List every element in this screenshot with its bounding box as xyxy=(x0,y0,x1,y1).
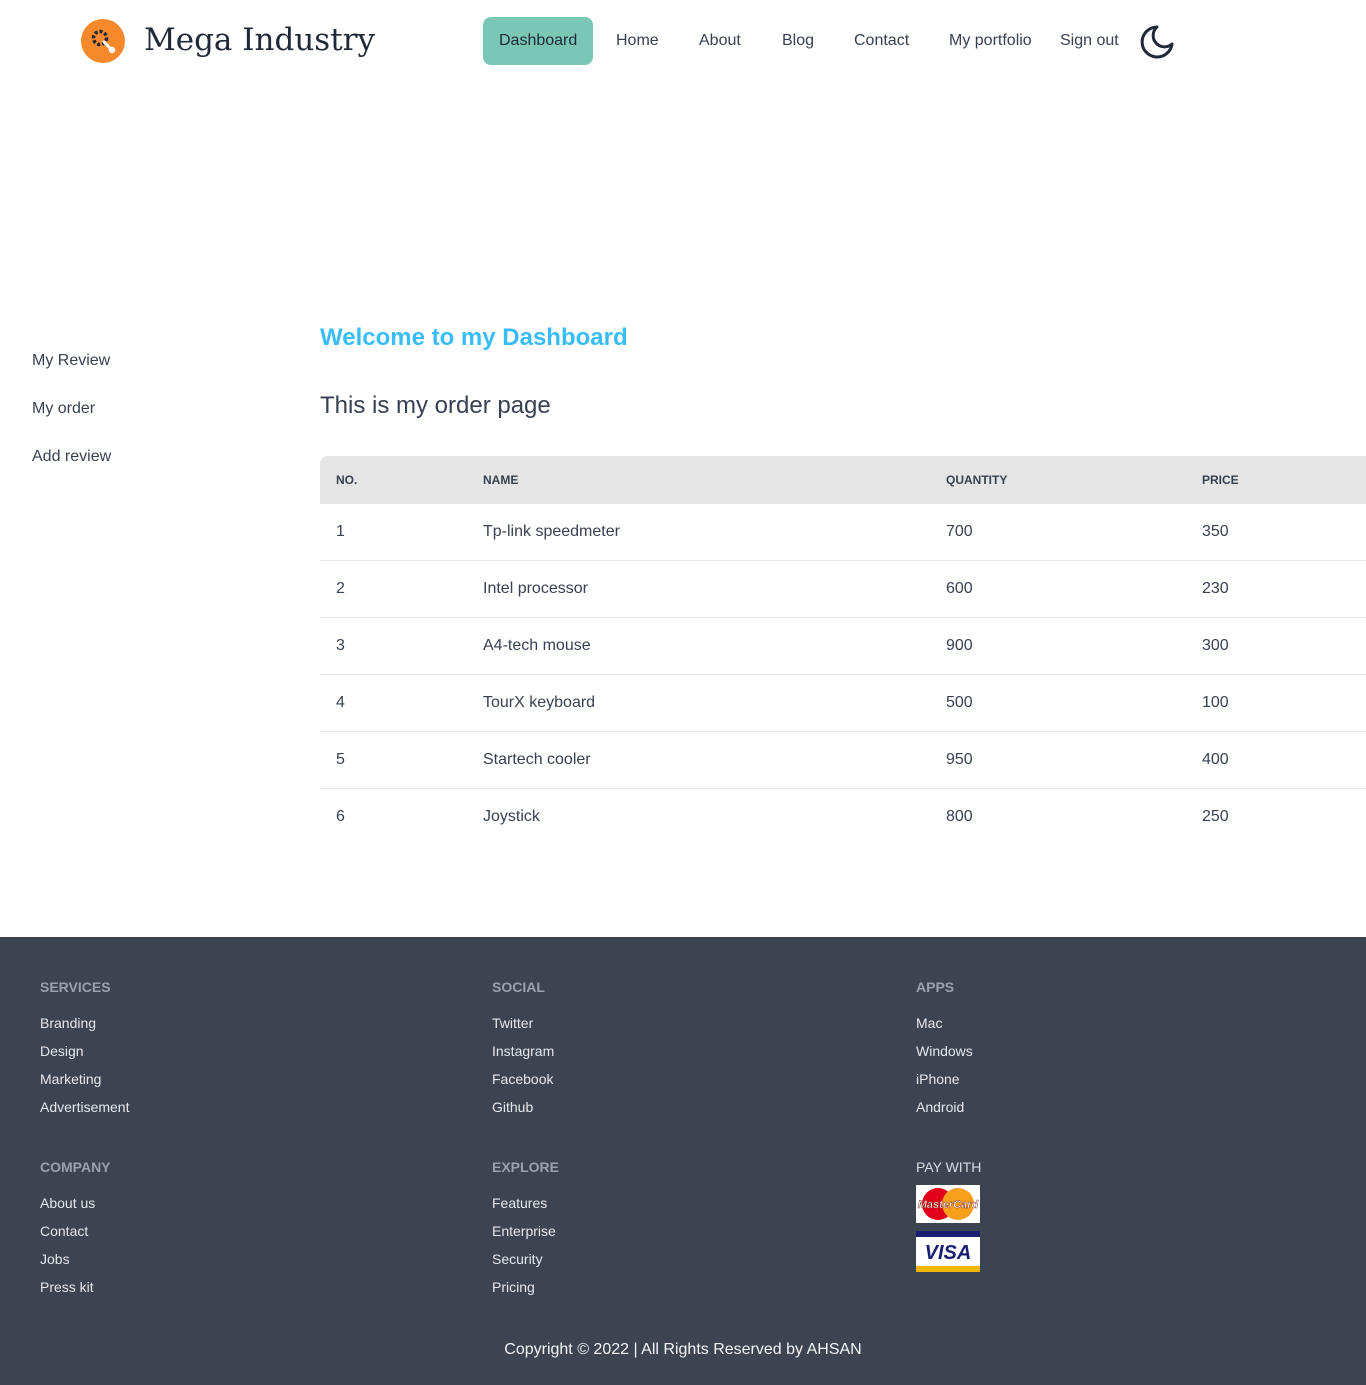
sidebar-item-add-review[interactable]: Add review xyxy=(32,447,111,467)
cell-name: Tp-link speedmeter xyxy=(483,523,620,540)
table-header: NO. NAME QUANTITY PRICE xyxy=(320,456,1366,504)
footer-link-advertisement[interactable]: Advertisement xyxy=(40,1097,129,1117)
footer-company-title: COMPANY xyxy=(40,1159,111,1175)
table-row: 4 TourX keyboard 500 100 xyxy=(320,675,1366,732)
cell-name: A4-tech mouse xyxy=(483,637,591,654)
column-header-no: NO. xyxy=(336,473,358,487)
copyright-text: Copyright © 2022 | All Rights Reserved b… xyxy=(504,1341,862,1358)
footer-link-pricing[interactable]: Pricing xyxy=(492,1277,535,1297)
nav-home[interactable]: Home xyxy=(616,17,659,65)
visa-logo: VISA xyxy=(916,1231,980,1272)
cell-no: 5 xyxy=(336,751,345,768)
footer-link-jobs[interactable]: Jobs xyxy=(40,1249,70,1269)
footer-link-about-us[interactable]: About us xyxy=(40,1193,95,1213)
cell-price: 350 xyxy=(1202,523,1229,540)
footer-pay-title: PAY WITH xyxy=(916,1159,982,1175)
nav-my-portfolio[interactable]: My portfolio xyxy=(949,17,1032,65)
cell-quantity: 900 xyxy=(946,637,973,654)
footer-link-press-kit[interactable]: Press kit xyxy=(40,1277,94,1297)
footer-link-enterprise[interactable]: Enterprise xyxy=(492,1221,556,1241)
mastercard-label: MasterCard xyxy=(918,1199,979,1211)
cell-name: TourX keyboard xyxy=(483,694,596,711)
footer-services-title: SERVICES xyxy=(40,979,111,995)
moon-icon[interactable] xyxy=(1136,22,1176,62)
nav-blog[interactable]: Blog xyxy=(782,17,814,65)
cell-quantity: 800 xyxy=(946,808,973,825)
footer-link-windows[interactable]: Windows xyxy=(916,1041,973,1061)
footer-link-marketing[interactable]: Marketing xyxy=(40,1069,101,1089)
cell-name: Intel processor xyxy=(483,580,588,597)
footer-link-facebook[interactable]: Facebook xyxy=(492,1069,553,1089)
cell-price: 300 xyxy=(1202,637,1229,654)
page-subtitle: This is my order page xyxy=(320,392,551,419)
cell-name: Joystick xyxy=(483,808,540,825)
cell-quantity: 950 xyxy=(946,751,973,768)
footer-apps-title: APPS xyxy=(916,979,955,995)
footer-link-security[interactable]: Security xyxy=(492,1249,543,1269)
footer: SERVICES Branding Design Marketing Adver… xyxy=(0,937,1366,1385)
sidebar-item-my-order[interactable]: My order xyxy=(32,399,95,419)
footer-link-instagram[interactable]: Instagram xyxy=(492,1041,554,1061)
sidebar-item-my-review[interactable]: My Review xyxy=(32,351,110,371)
nav-contact[interactable]: Contact xyxy=(854,17,909,65)
footer-link-branding[interactable]: Branding xyxy=(40,1013,96,1033)
footer-link-github[interactable]: Github xyxy=(492,1097,533,1117)
cell-quantity: 700 xyxy=(946,523,973,540)
brand-name[interactable]: Mega Industry xyxy=(144,20,375,60)
nav-sign-out[interactable]: Sign out xyxy=(1060,17,1119,65)
cell-quantity: 500 xyxy=(946,694,973,711)
footer-link-design[interactable]: Design xyxy=(40,1041,84,1061)
gear-wrench-icon[interactable] xyxy=(81,19,125,63)
footer-link-mac[interactable]: Mac xyxy=(916,1013,942,1033)
footer-link-iphone[interactable]: iPhone xyxy=(916,1069,960,1089)
footer-link-android[interactable]: Android xyxy=(916,1097,964,1117)
footer-link-features[interactable]: Features xyxy=(492,1193,547,1213)
cell-no: 6 xyxy=(336,808,345,825)
table-row: 2 Intel processor 600 230 xyxy=(320,561,1366,618)
nav-about[interactable]: About xyxy=(699,17,741,65)
cell-price: 100 xyxy=(1202,694,1229,711)
visa-label: VISA xyxy=(925,1242,972,1264)
cell-name: Startech cooler xyxy=(483,751,591,768)
footer-social-title: SOCIAL xyxy=(492,979,545,995)
cell-price: 400 xyxy=(1202,751,1229,768)
cell-no: 4 xyxy=(336,694,345,711)
footer-link-contact[interactable]: Contact xyxy=(40,1221,88,1241)
cell-price: 250 xyxy=(1202,808,1229,825)
cell-price: 230 xyxy=(1202,580,1229,597)
cell-no: 3 xyxy=(336,637,345,654)
footer-explore-title: EXPLORE xyxy=(492,1159,559,1175)
table-row: 3 A4-tech mouse 900 300 xyxy=(320,618,1366,675)
footer-link-twitter[interactable]: Twitter xyxy=(492,1013,533,1033)
column-header-price: PRICE xyxy=(1202,473,1239,487)
table-row: 6 Joystick 800 250 xyxy=(320,789,1366,846)
mastercard-logo: MasterCard xyxy=(916,1185,980,1223)
table-row: 5 Startech cooler 950 400 xyxy=(320,732,1366,789)
cell-no: 2 xyxy=(336,580,345,597)
cell-quantity: 600 xyxy=(946,580,973,597)
cell-no: 1 xyxy=(336,523,345,540)
column-header-name: NAME xyxy=(483,473,519,487)
orders-table: NO. NAME QUANTITY PRICE 1 Tp-link speedm… xyxy=(320,456,1366,846)
navbar: Mega Industry Dashboard Home About Blog … xyxy=(0,0,1366,84)
nav-dashboard[interactable]: Dashboard xyxy=(483,17,594,65)
welcome-heading: Welcome to my Dashboard xyxy=(320,324,628,351)
table-row: 1 Tp-link speedmeter 700 350 xyxy=(320,504,1366,561)
column-header-quantity: QUANTITY xyxy=(946,473,1008,487)
